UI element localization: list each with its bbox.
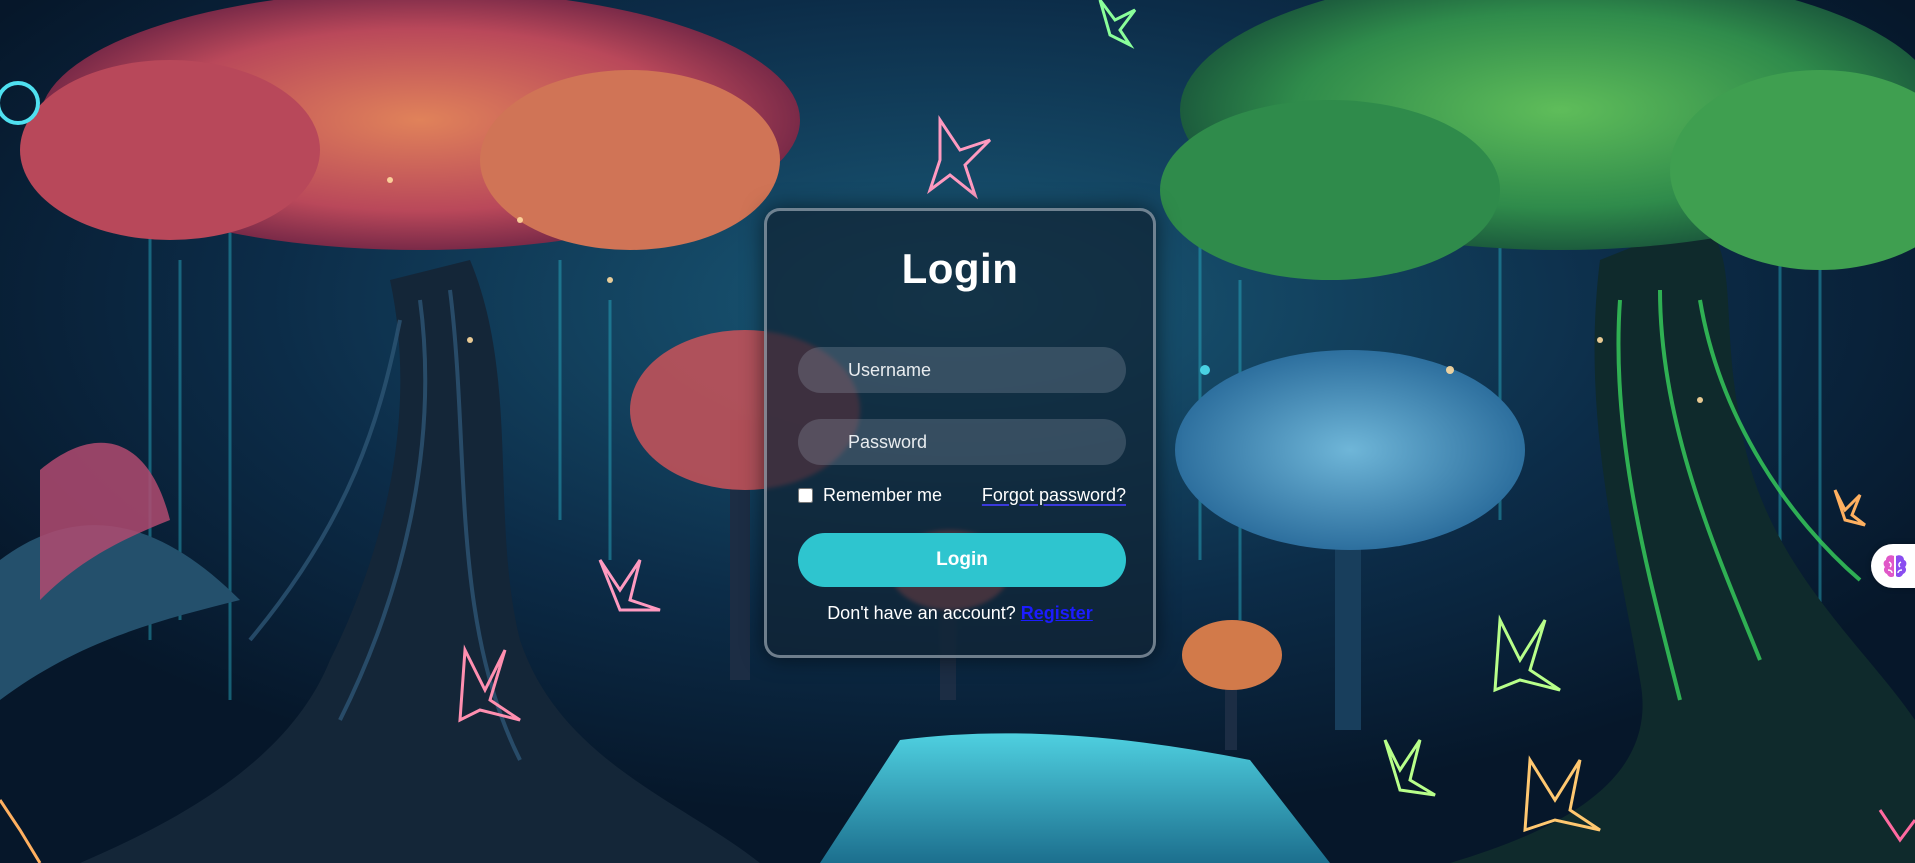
register-prompt-text: Don't have an account?	[827, 603, 1016, 623]
login-page: Login Remember me Forgot password? Login…	[0, 0, 1915, 863]
remember-me-control[interactable]: Remember me	[798, 485, 942, 506]
assistant-widget-button[interactable]	[1871, 544, 1915, 588]
login-options-row: Remember me Forgot password?	[798, 481, 1126, 509]
login-title: Login	[901, 245, 1019, 292]
remember-me-checkbox[interactable]	[798, 487, 813, 503]
forgot-password-link[interactable]: Forgot password?	[982, 485, 1126, 506]
register-link[interactable]: Register	[1021, 603, 1093, 623]
brain-icon	[1883, 555, 1907, 578]
register-prompt: Don't have an account? Register	[767, 603, 1153, 624]
login-button[interactable]: Login	[798, 533, 1126, 587]
remember-me-label: Remember me	[823, 484, 943, 505]
login-card: Login Remember me Forgot password? Login…	[764, 208, 1156, 658]
username-input[interactable]	[798, 347, 1126, 393]
password-input[interactable]	[798, 419, 1126, 465]
